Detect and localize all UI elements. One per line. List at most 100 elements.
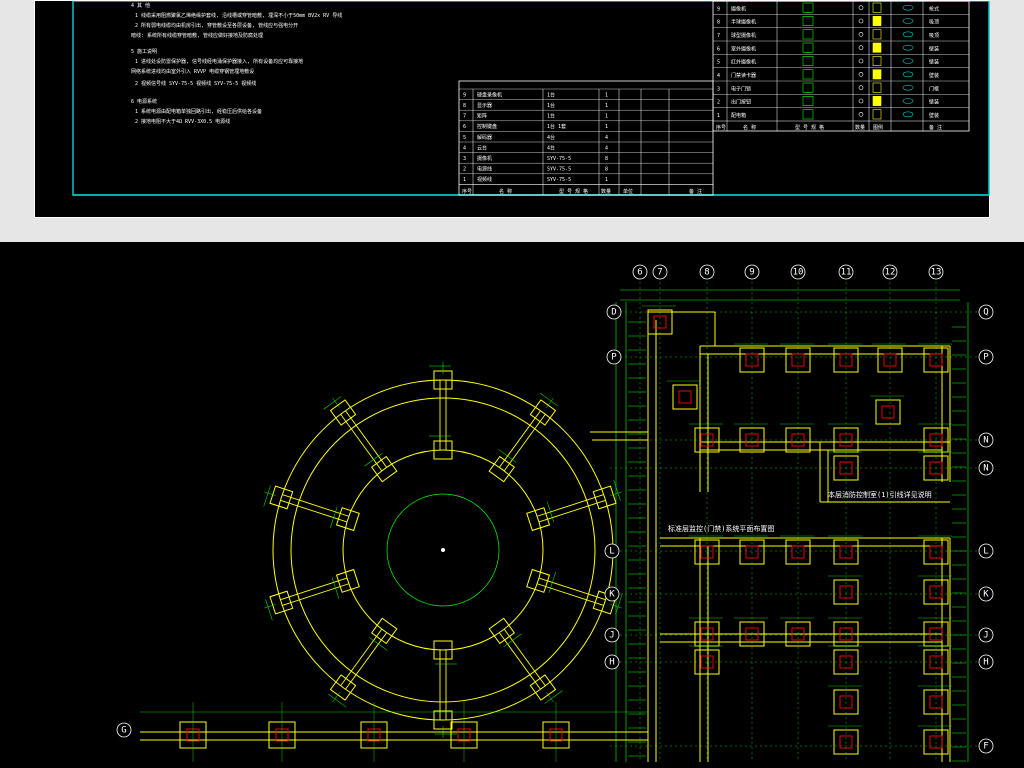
radial-beam xyxy=(280,577,348,601)
legend-cell: 红外摄像机 xyxy=(731,59,756,66)
legend-header-cell: 备 注 xyxy=(929,124,942,131)
legend-cell: 壁装 xyxy=(929,59,939,66)
top-axis-marker-label: 7 xyxy=(657,268,662,278)
legend-header-cell: 数量 xyxy=(855,124,865,131)
legend-dot-icon xyxy=(858,72,864,77)
table-cell: 摄像机 xyxy=(477,155,492,162)
table-cell: 1台 1套 xyxy=(547,123,566,130)
top-axis-marker-label: 8 xyxy=(704,268,709,278)
lower-wing xyxy=(140,702,648,762)
pillar-box xyxy=(875,399,901,425)
table-cell: 2 xyxy=(463,167,466,173)
ring-dimension xyxy=(364,452,383,467)
legend-dot-icon xyxy=(858,85,864,90)
table-cell: 3 xyxy=(463,156,466,162)
right-axis-marker-label: F xyxy=(983,742,988,752)
legend-device-icon xyxy=(902,111,914,118)
legend-symbol-icon xyxy=(802,2,814,13)
left-axis-marker-label: H xyxy=(609,658,614,668)
legend-dot-icon xyxy=(858,58,864,64)
legend-mark-icon xyxy=(872,56,882,66)
top-axis-marker-label: 13 xyxy=(931,268,942,278)
ring-dimension xyxy=(539,392,558,407)
floor-plan-sheet: 6 7 8 9 10 11 12 13 Q P N N L K J H F D P L K J H G 本层消防控制室(1)引… xyxy=(0,242,1024,768)
note-line: 5 施工说明 xyxy=(131,48,157,55)
legend-header-cell: 名 称 xyxy=(743,124,756,131)
pillar-box xyxy=(672,384,698,410)
legend-dot-icon xyxy=(858,18,864,24)
legend-mark-icon xyxy=(872,109,882,120)
legend-cell: 8 xyxy=(717,20,720,26)
left-axis-marker-label: K xyxy=(609,590,615,600)
table-cell: 4 xyxy=(463,145,466,151)
table-cell: 矩阵 xyxy=(477,113,487,120)
top-axis-marker-label: 6 xyxy=(637,268,642,278)
table-cell: 4台 xyxy=(547,134,555,141)
legend-cell: 电子门锁 xyxy=(731,85,751,92)
table-cell: 1台 xyxy=(547,91,555,98)
legend-mark-icon xyxy=(872,96,882,106)
top-axis-marker-label: 11 xyxy=(841,268,852,278)
legend-dot-icon xyxy=(858,32,864,37)
note-line: 1 系统电源由配电箱单独回路引出, 经稳压后供给各设备 xyxy=(135,108,262,115)
legend-cell: 9 xyxy=(717,6,720,12)
radial-beam xyxy=(282,583,349,606)
right-axis-marker-label: L xyxy=(983,547,988,557)
legend-symbol-icon xyxy=(802,96,814,106)
table-cell: 1 xyxy=(605,114,608,120)
legend-cell: 配电箱 xyxy=(731,112,746,119)
legend-header-cell: 型 号 规 格 xyxy=(795,124,824,131)
pillar-center xyxy=(791,353,805,367)
table-cell: 4台 xyxy=(547,144,555,151)
radial-beam xyxy=(282,494,349,517)
pillar-center xyxy=(839,353,853,367)
legend-dot-icon xyxy=(858,5,864,10)
ring-dimension xyxy=(544,690,563,704)
legend-dot-icon xyxy=(858,112,864,117)
table-cell: 5 xyxy=(463,135,466,141)
table-cell: 6 xyxy=(463,124,466,130)
legend-cell: 1 xyxy=(717,113,720,119)
legend-table: 9 摄像机 枪式8 半球摄像机 吸顶7 球型摄像机 吸顶6 室外摄像机 壁装5 红外摄像机 壁装4 门… xyxy=(712,1,970,132)
legend-cell: 球型摄像机 xyxy=(731,32,756,39)
circular-structure xyxy=(263,362,648,738)
table-cell: 8 xyxy=(605,167,608,173)
legend-cell: 吸顶 xyxy=(929,20,939,26)
left-axis-marker-label: D xyxy=(611,308,616,318)
legend-mark-icon xyxy=(872,16,882,26)
pillar-center xyxy=(881,405,895,419)
table-cell: 1 xyxy=(463,177,466,183)
table-cell: 4 xyxy=(605,135,608,141)
legend-symbol-icon xyxy=(802,56,814,66)
legend-device-icon xyxy=(902,98,914,104)
right-axis-marker-label: K xyxy=(983,590,989,600)
legend-cell: 门禁读卡器 xyxy=(731,72,756,79)
legend-cell: 壁装 xyxy=(929,45,939,52)
axis-markers: 6 7 8 9 10 11 12 13 Q P N N L K J H F D P L K J H G xyxy=(116,264,994,754)
equipment-table: 9 硬盘录像机 1台 1 8 显示器 1台 1 7 矩阵 1台 1 6 控制键盘 1台 1套 1 5 解码器 4台 4… xyxy=(458,80,714,196)
radial-beam xyxy=(538,577,606,601)
radial-beam xyxy=(503,413,546,472)
ring-dimension xyxy=(498,449,517,463)
table-cell: 1 xyxy=(605,124,608,130)
legend-symbol-icon xyxy=(802,29,814,40)
legend-cell: 吸顶 xyxy=(929,33,939,39)
table-cell: 解码器 xyxy=(477,134,492,141)
radial-beam xyxy=(537,494,604,517)
legend-dot-icon xyxy=(858,98,864,104)
table-cell: 8 xyxy=(463,103,466,109)
table-header-cell: 序号 xyxy=(462,188,472,195)
center-point xyxy=(441,548,445,552)
pillar-center xyxy=(745,353,759,367)
table-header-cell: 备 注 xyxy=(689,188,702,195)
table-cell: 1台 xyxy=(547,102,555,109)
table-cell: 显示器 xyxy=(477,103,492,109)
table-cell: 4 xyxy=(605,145,608,151)
pillar-center xyxy=(929,353,943,367)
right-axis-marker-label: N xyxy=(983,464,988,474)
legend-mark-icon xyxy=(872,2,882,13)
legend-mark-icon xyxy=(872,42,882,53)
plan-annotation-1: 本层消防控制室(1)引线详见说明 xyxy=(828,490,932,499)
right-axis-marker-label: N xyxy=(983,436,988,446)
ring-dimension xyxy=(323,396,342,410)
